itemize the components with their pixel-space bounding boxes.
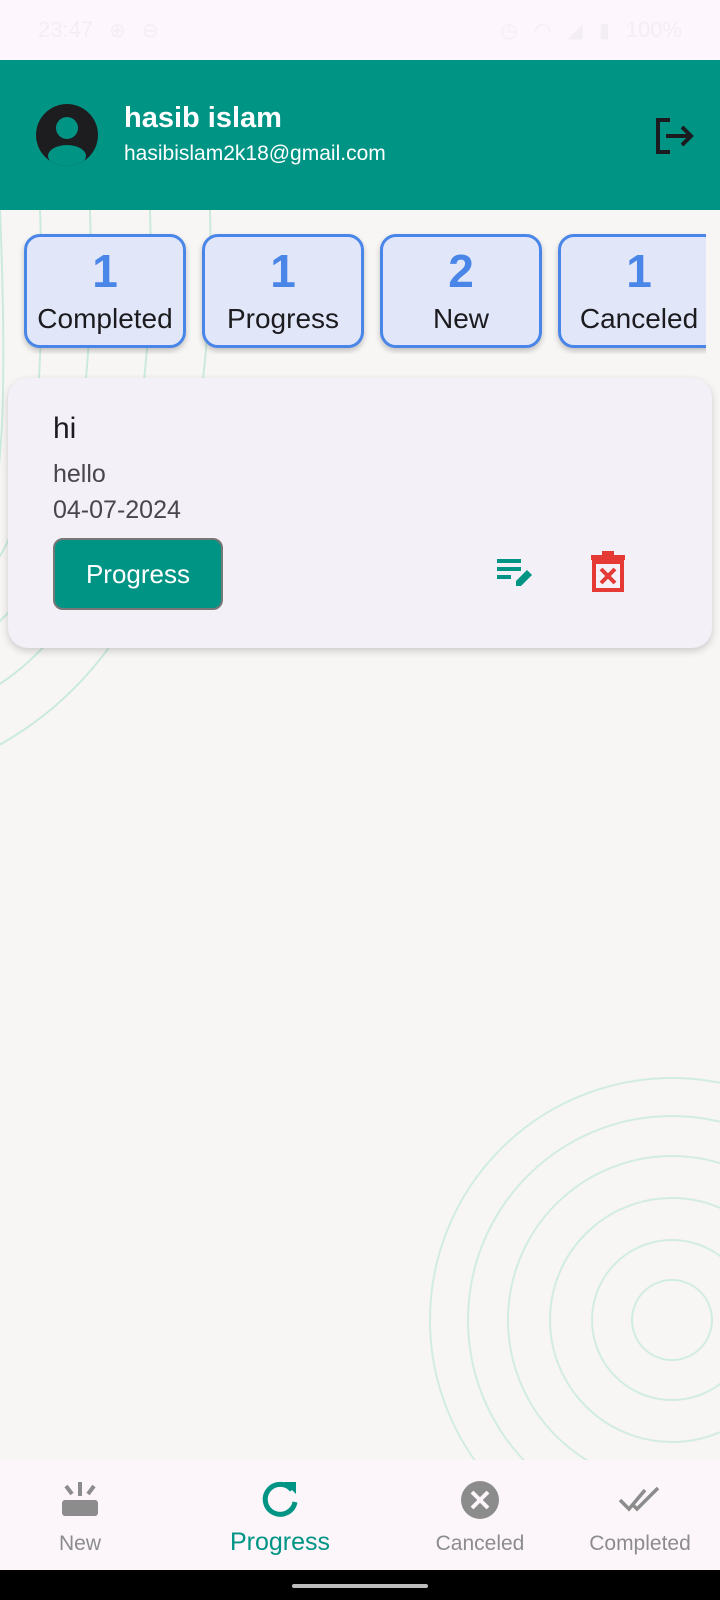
battery-level: 100% bbox=[625, 17, 682, 42]
task-title: hi bbox=[53, 412, 77, 445]
summary-card-completed[interactable]: 1 Completed bbox=[24, 234, 186, 348]
status-bar: 23:47 ⊕ ⊖ ◷ ◠ ◢ ▮ 100% bbox=[0, 0, 720, 60]
task-card: hi hello 04-07-2024 Progress bbox=[8, 378, 712, 648]
delete-icon[interactable] bbox=[590, 550, 626, 592]
signal-icon: ◢ bbox=[567, 19, 583, 42]
home-handle[interactable] bbox=[292, 1584, 428, 1588]
bottom-navigation: New Progress Canceled Completed bbox=[0, 1460, 720, 1570]
summary-count: 1 bbox=[92, 245, 118, 297]
new-tasks-icon bbox=[62, 1482, 98, 1516]
summary-label: Canceled bbox=[579, 303, 699, 334]
app-header: hasib islam hasibislam2k18@gmail.com bbox=[0, 60, 720, 210]
summary-card-canceled[interactable]: 1 Canceled bbox=[558, 234, 706, 348]
summary-label: New bbox=[432, 303, 489, 334]
cancel-icon bbox=[461, 1481, 499, 1519]
done-all-icon bbox=[618, 1486, 660, 1512]
alarm-icon: ◷ bbox=[500, 19, 518, 42]
nav-label: Progress bbox=[229, 1528, 331, 1556]
notification-icon: ⊕ bbox=[109, 19, 126, 42]
summary-label: Completed bbox=[37, 303, 173, 334]
nav-item-completed[interactable]: Completed bbox=[560, 1460, 720, 1570]
edit-icon[interactable] bbox=[494, 552, 534, 592]
nav-label: Canceled bbox=[435, 1532, 525, 1555]
nav-item-canceled[interactable]: Canceled bbox=[400, 1460, 560, 1570]
person-icon[interactable] bbox=[36, 104, 98, 166]
user-email: hasibislam2k18@gmail.com bbox=[124, 142, 386, 165]
task-status-chip[interactable]: Progress bbox=[53, 538, 223, 610]
system-gesture-bar bbox=[0, 1570, 720, 1600]
summary-label: Progress bbox=[226, 303, 340, 334]
refresh-icon bbox=[262, 1481, 298, 1517]
notification-icon: ⊖ bbox=[141, 19, 159, 42]
summary-card-progress[interactable]: 1 Progress bbox=[202, 234, 364, 348]
task-date: 04-07-2024 bbox=[53, 496, 181, 524]
task-description: hello bbox=[53, 460, 106, 488]
summary-count: 1 bbox=[270, 245, 296, 297]
summary-count: 2 bbox=[448, 245, 474, 297]
wifi-icon: ◠ bbox=[533, 19, 552, 42]
summary-card-new[interactable]: 2 New bbox=[380, 234, 542, 348]
nav-item-new[interactable]: New bbox=[0, 1460, 160, 1570]
logout-icon[interactable] bbox=[652, 114, 696, 158]
summary-row: 1 Completed 1 Progress 2 New 1 Canceled bbox=[0, 230, 706, 354]
battery-icon: ▮ bbox=[598, 19, 610, 42]
summary-count: 1 bbox=[626, 245, 652, 297]
nav-label: New bbox=[58, 1532, 101, 1555]
status-time: 23:47 bbox=[38, 17, 94, 42]
nav-item-progress[interactable]: Progress bbox=[200, 1460, 360, 1570]
nav-label: Completed bbox=[589, 1532, 691, 1555]
user-name: hasib islam bbox=[124, 102, 282, 134]
